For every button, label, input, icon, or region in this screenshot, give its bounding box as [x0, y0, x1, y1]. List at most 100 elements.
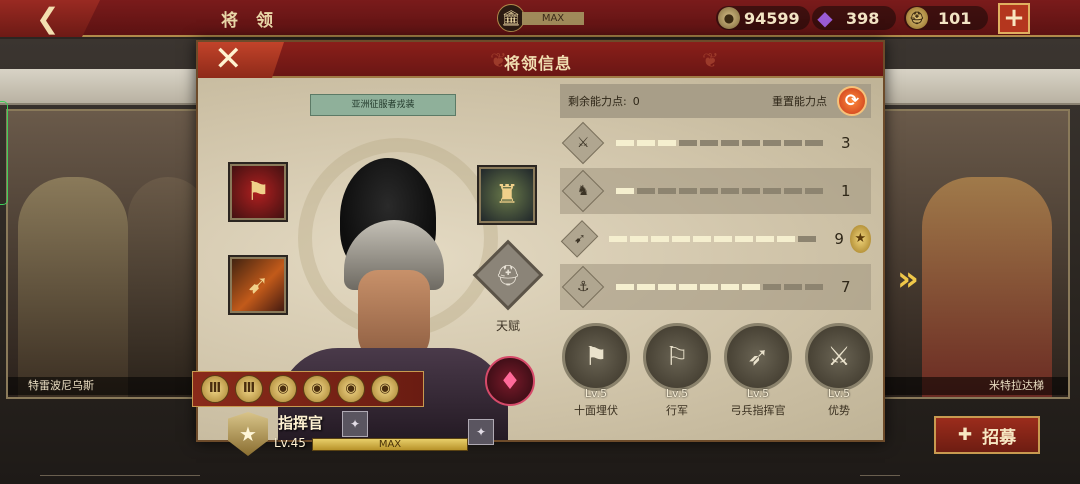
skill-coin[interactable]: Ⅲ: [235, 375, 263, 403]
chevron-left-icon: ❮: [36, 2, 60, 35]
progress-segment: [616, 284, 634, 290]
anchor-icon: ⚓: [561, 265, 605, 309]
progress-segment: [679, 284, 697, 290]
progress-segment: [763, 284, 781, 290]
progress-segment: [700, 284, 718, 290]
attribute-progress-bar: [616, 140, 823, 146]
progress-segment: [714, 236, 733, 242]
attribute-value: 3: [841, 134, 851, 152]
red-gem-button[interactable]: ♦: [485, 356, 535, 406]
add-resource-button[interactable]: +: [998, 3, 1030, 34]
progress-segment: [679, 188, 697, 194]
ability-button[interactable]: ⚑ Lv.5 十面埋伏: [556, 323, 636, 418]
helmet-icon: ⛑: [906, 7, 928, 29]
right-general-name: 米特拉达梯: [882, 377, 1068, 395]
bow-icon: ➹: [560, 220, 599, 258]
next-general-chevron-icon[interactable]: »: [897, 259, 919, 299]
progress-segment: [693, 236, 712, 242]
building-icon[interactable]: 🏛: [497, 4, 525, 32]
ability-icon: ➶: [724, 323, 792, 391]
skill-coin[interactable]: ◉: [371, 375, 399, 403]
ability-icon: ⚐: [643, 323, 711, 391]
general-info-modal: ✕ ❦ 将领信息 ❦ 亚洲征服者戎装 ⚑ ➹ ♜ ⛑ 天赋 ♦ Ⅲ Ⅲ ◉ ◉ …: [192, 40, 885, 456]
ability-button[interactable]: ➶ Lv.5 弓兵指挥官: [718, 323, 798, 418]
attribute-row: ⚓ 7: [560, 264, 871, 310]
progress-segment: [630, 236, 649, 242]
gem-icon: ♦: [499, 367, 521, 395]
progress-segment: [735, 236, 754, 242]
progress-segment: [742, 284, 760, 290]
remaining-points-value: 0: [632, 94, 640, 108]
divider: [860, 475, 900, 476]
progress-segment: [763, 140, 781, 146]
attribute-value: 7: [841, 278, 851, 296]
progress-segment: [616, 140, 634, 146]
skin-label-button[interactable]: 亚洲征服者戎装: [310, 94, 456, 116]
progress-segment: [658, 140, 676, 146]
skill-coin[interactable]: ◉: [269, 375, 297, 403]
level-text: Lv.45: [274, 436, 306, 450]
sword-icon: ⚔: [561, 121, 605, 165]
coin-counter[interactable]: ● 94599: [716, 6, 810, 30]
attribute-header: 剩余能力点: 0 重置能力点 ⟳: [560, 84, 871, 118]
laurel-right-icon: ❦: [702, 48, 719, 72]
left-general-portrait: [18, 177, 128, 397]
ability-name: 行军: [666, 404, 688, 417]
armor-badge-icon: ✦: [342, 411, 368, 437]
progress-segment: [805, 188, 823, 194]
ability-button[interactable]: ⚔ Lv.5 优势: [799, 323, 879, 418]
progress-segment: [679, 140, 697, 146]
ability-icon: ⚑: [562, 323, 630, 391]
skill-coin[interactable]: Ⅲ: [201, 375, 229, 403]
progress-segment: [805, 140, 823, 146]
gem-counter[interactable]: ◆ 398: [812, 6, 896, 30]
attribute-value: 1: [841, 182, 851, 200]
attribute-panel: 剩余能力点: 0 重置能力点 ⟳ ⚔ 3 ♞ 1 ➹ 9 ★ ⚓ 7: [560, 84, 872, 310]
horse-icon: ♞: [561, 169, 605, 213]
skill-coin[interactable]: ◉: [303, 375, 331, 403]
ability-name: 十面埋伏: [574, 404, 618, 417]
progress-segment: [700, 188, 718, 194]
progress-segment: [784, 284, 802, 290]
modal-title: 将领信息: [503, 54, 572, 73]
ability-name: 优势: [828, 404, 850, 417]
right-general-card[interactable]: 米特拉达梯: [880, 109, 1070, 399]
progress-segment: [777, 236, 796, 242]
left-general-name: 特雷波尼乌斯: [8, 377, 204, 395]
helmet-counter[interactable]: ⛑ 101: [904, 6, 988, 30]
rank-name: 指挥官: [278, 414, 324, 432]
side-tab[interactable]: [0, 101, 8, 205]
recruit-button[interactable]: ✚ 招募: [934, 416, 1040, 454]
progress-segment: [763, 188, 781, 194]
level-max-bar: MAX: [312, 438, 468, 451]
progress-segment: [798, 236, 817, 242]
attribute-row: ⚔ 3: [560, 120, 871, 166]
divider: [40, 475, 200, 476]
skill-coin[interactable]: ◉: [337, 375, 365, 403]
progress-segment: [658, 284, 676, 290]
close-button[interactable]: ✕: [198, 42, 284, 78]
recruit-plus-icon: ✚: [957, 425, 973, 445]
building-max-bar: MAX: [522, 12, 584, 25]
ability-level: Lv.5: [665, 387, 689, 400]
progress-segment: [700, 140, 718, 146]
right-general-portrait: [922, 177, 1052, 397]
attribute-progress-bar: [616, 188, 823, 194]
ability-button[interactable]: ⚐ Lv.5 行军: [637, 323, 717, 418]
back-button[interactable]: ❮: [0, 0, 100, 37]
progress-segment: [784, 140, 802, 146]
bonus-badge-icon[interactable]: ★: [849, 225, 872, 253]
remaining-points-label: 剩余能力点:: [568, 95, 627, 108]
helmet-value: 101: [938, 8, 972, 28]
progress-segment: [784, 188, 802, 194]
progress-segment: [658, 188, 676, 194]
skill-strip: Ⅲ Ⅲ ◉ ◉ ◉ ◉: [192, 371, 424, 407]
armor-badge-icon: ✦: [468, 419, 494, 445]
progress-segment: [637, 188, 655, 194]
progress-segment: [721, 284, 739, 290]
left-general-card[interactable]: 特雷波尼乌斯: [6, 109, 208, 399]
modal-header: ✕ ❦ 将领信息 ❦: [198, 42, 883, 78]
reset-points-button[interactable]: ⟳: [837, 86, 867, 116]
progress-segment: [637, 140, 655, 146]
progress-segment: [721, 140, 739, 146]
